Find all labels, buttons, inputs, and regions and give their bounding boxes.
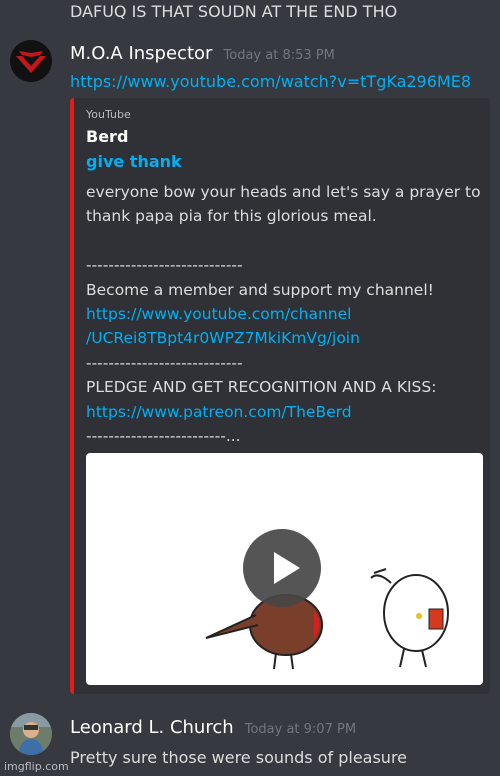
previous-message-text: DAFUQ IS THAT SOUDN AT THE END THO [70,2,398,21]
message-header: Leonard L. Church Today at 9:07 PM [70,717,356,738]
embed-description: everyone bow your heads and let's say a … [86,180,486,448]
username[interactable]: Leonard L. Church [70,717,234,738]
youtube-embed: YouTube Berd give thank everyone bow you… [70,98,490,694]
description-line: Become a member and support my channel! [86,280,434,299]
channel-link[interactable]: https://www.youtube.com/channel [86,302,486,326]
timestamp: Today at 9:07 PM [244,722,357,737]
message-text: Pretty sure those were sounds of pleasur… [70,748,408,767]
description-line: -------------------------... [86,426,241,445]
avatar[interactable] [10,40,52,82]
timestamp: Today at 8:53 PM [223,48,335,63]
avatar[interactable] [10,713,52,755]
description-line: PLEDGE AND GET RECOGNITION AND A KISS: [86,378,437,397]
message-header: M.O.A Inspector Today at 8:53 PM [70,43,335,64]
patreon-link[interactable]: https://www.patreon.com/TheBerd [86,400,486,424]
youtube-link[interactable]: https://www.youtube.com/watch?v=tTgKa296… [70,72,471,91]
embed-title[interactable]: give thank [86,152,182,171]
description-line [86,229,486,253]
description-line: ---------------------------- [86,353,243,372]
inspector-emblem-icon [10,40,52,82]
play-icon[interactable] [243,529,321,607]
video-thumbnail[interactable] [86,453,483,685]
embed-provider[interactable]: YouTube [86,108,131,121]
description-line: thank papa pia for this glorious meal. [86,207,377,226]
description-line: ---------------------------- [86,256,243,275]
channel-link[interactable]: /UCRei8TBpt4r0WPZ7MkiKmVg/join [86,326,486,350]
watermark: imgflip.com [4,760,69,773]
embed-author[interactable]: Berd [86,127,128,146]
user-photo-icon [10,713,52,755]
username[interactable]: M.O.A Inspector [70,43,212,64]
description-line: everyone bow your heads and let's say a … [86,183,481,201]
